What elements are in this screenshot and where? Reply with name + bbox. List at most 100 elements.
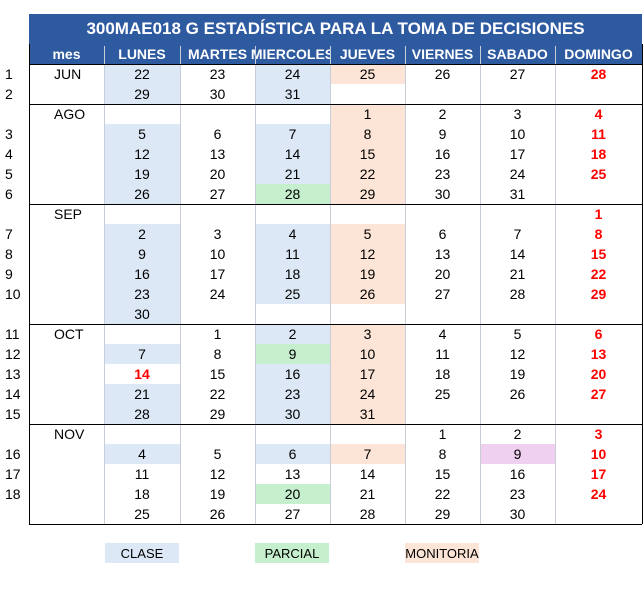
day-cell-domingo: 8 bbox=[594, 226, 603, 242]
day-cell-sabado: 12 bbox=[509, 346, 526, 362]
day-cell-martes: 27 bbox=[209, 186, 226, 202]
day-cell-martes: 17 bbox=[209, 266, 226, 282]
day-cell-jueves: 12 bbox=[330, 244, 405, 264]
month-label bbox=[29, 464, 104, 484]
day-cell-domingo: 18 bbox=[590, 146, 607, 162]
month-divider bbox=[29, 424, 642, 425]
month-label bbox=[29, 184, 104, 204]
legend-clase: CLASE bbox=[105, 543, 179, 563]
week-number: 9 bbox=[5, 266, 13, 282]
day-cell-lunes: 23 bbox=[104, 284, 180, 304]
day-cell-martes: 26 bbox=[209, 506, 226, 522]
day-cell-viernes: 6 bbox=[438, 226, 447, 242]
week-number: 12 bbox=[5, 346, 21, 362]
day-cell-miercoles: 9 bbox=[255, 344, 330, 364]
day-cell-miercoles: 23 bbox=[255, 384, 330, 404]
day-cell-viernes bbox=[405, 84, 480, 104]
month-label bbox=[29, 144, 104, 164]
day-cell-domingo bbox=[555, 84, 642, 104]
day-cell-jueves: 10 bbox=[330, 344, 405, 364]
day-cell-miercoles: 25 bbox=[255, 284, 330, 304]
month-label bbox=[29, 504, 104, 524]
day-cell-viernes: 22 bbox=[434, 486, 451, 502]
month-label bbox=[29, 304, 104, 324]
day-cell-domingo: 20 bbox=[590, 366, 607, 382]
week-number: 1 bbox=[5, 66, 13, 82]
day-cell-martes: 8 bbox=[213, 346, 222, 362]
day-cell-sabado: 10 bbox=[509, 126, 526, 142]
day-cell-domingo: 27 bbox=[590, 386, 607, 402]
day-cell-viernes: 4 bbox=[438, 326, 447, 342]
day-cell-sabado: 5 bbox=[513, 326, 522, 342]
month-divider bbox=[29, 64, 642, 65]
header-martes: MARTES bbox=[180, 44, 255, 64]
legend-parcial: PARCIAL bbox=[255, 543, 329, 563]
month-label bbox=[29, 444, 104, 464]
day-cell-jueves: 15 bbox=[330, 144, 405, 164]
day-cell-miercoles: 2 bbox=[255, 324, 330, 344]
day-cell-domingo: 11 bbox=[591, 126, 606, 142]
day-cell-domingo: 15 bbox=[590, 246, 607, 262]
week-number: 18 bbox=[5, 486, 21, 502]
day-cell-miercoles: 21 bbox=[255, 164, 330, 184]
day-cell-lunes bbox=[104, 324, 180, 344]
day-cell-domingo bbox=[555, 504, 642, 524]
day-cell-martes: 1 bbox=[213, 326, 222, 342]
day-cell-martes: 13 bbox=[209, 146, 226, 162]
page-title: 300MAE018 G ESTADÍSTICA PARA LA TOMA DE … bbox=[29, 14, 642, 44]
day-cell-jueves: 7 bbox=[330, 444, 405, 464]
day-cell-jueves: 31 bbox=[330, 404, 405, 424]
day-cell-viernes: 29 bbox=[434, 506, 451, 522]
day-cell-jueves: 22 bbox=[330, 164, 405, 184]
day-cell-miercoles: 24 bbox=[255, 64, 330, 84]
day-cell-jueves: 17 bbox=[330, 364, 405, 384]
day-cell-domingo: 22 bbox=[590, 266, 607, 282]
day-cell-jueves: 28 bbox=[359, 506, 376, 522]
month-label bbox=[29, 484, 104, 504]
day-cell-miercoles: 27 bbox=[284, 506, 301, 522]
week-number bbox=[0, 104, 29, 124]
day-cell-jueves: 14 bbox=[359, 466, 376, 482]
day-cell-sabado: 24 bbox=[509, 166, 526, 182]
month-label bbox=[29, 264, 104, 284]
month-label: SEP bbox=[54, 206, 83, 222]
day-cell-sabado bbox=[480, 404, 555, 424]
day-cell-miercoles: 11 bbox=[255, 244, 330, 264]
day-cell-lunes: 29 bbox=[104, 84, 180, 104]
month-divider bbox=[29, 324, 642, 325]
day-cell-jueves: 3 bbox=[330, 324, 405, 344]
week-number: 7 bbox=[5, 226, 13, 242]
table-border bbox=[29, 44, 30, 524]
day-cell-miercoles: 28 bbox=[255, 184, 330, 204]
day-cell-domingo: 25 bbox=[590, 166, 607, 182]
day-cell-jueves: 19 bbox=[330, 264, 405, 284]
day-cell-sabado: 9 bbox=[480, 444, 555, 464]
day-cell-lunes: 4 bbox=[104, 444, 180, 464]
month-label bbox=[29, 364, 104, 384]
day-cell-jueves: 24 bbox=[330, 384, 405, 404]
day-cell-domingo: 4 bbox=[594, 106, 603, 122]
day-cell-domingo: 24 bbox=[590, 486, 607, 502]
month-label bbox=[29, 224, 104, 244]
month-divider bbox=[29, 524, 642, 525]
day-cell-jueves bbox=[330, 304, 405, 324]
month-label: JUN bbox=[54, 66, 82, 82]
day-cell-lunes: 28 bbox=[104, 404, 180, 424]
day-cell-sabado bbox=[480, 84, 555, 104]
day-cell-lunes: 21 bbox=[104, 384, 180, 404]
header-sabado: SABADO bbox=[480, 44, 555, 64]
day-cell-miercoles: 13 bbox=[284, 466, 301, 482]
day-cell-martes: 19 bbox=[209, 486, 226, 502]
day-cell-sabado: 28 bbox=[509, 286, 526, 302]
week-number: 6 bbox=[5, 186, 13, 202]
day-cell-lunes: 30 bbox=[104, 304, 180, 324]
day-cell-miercoles: 6 bbox=[255, 444, 330, 464]
day-cell-sabado: 27 bbox=[509, 66, 526, 82]
day-cell-viernes: 15 bbox=[434, 466, 451, 482]
month-label: NOV bbox=[54, 426, 85, 442]
day-cell-lunes: 19 bbox=[104, 164, 180, 184]
column-separator bbox=[255, 46, 256, 524]
day-cell-viernes bbox=[405, 204, 480, 224]
month-label bbox=[29, 384, 104, 404]
day-cell-lunes: 14 bbox=[134, 366, 150, 382]
